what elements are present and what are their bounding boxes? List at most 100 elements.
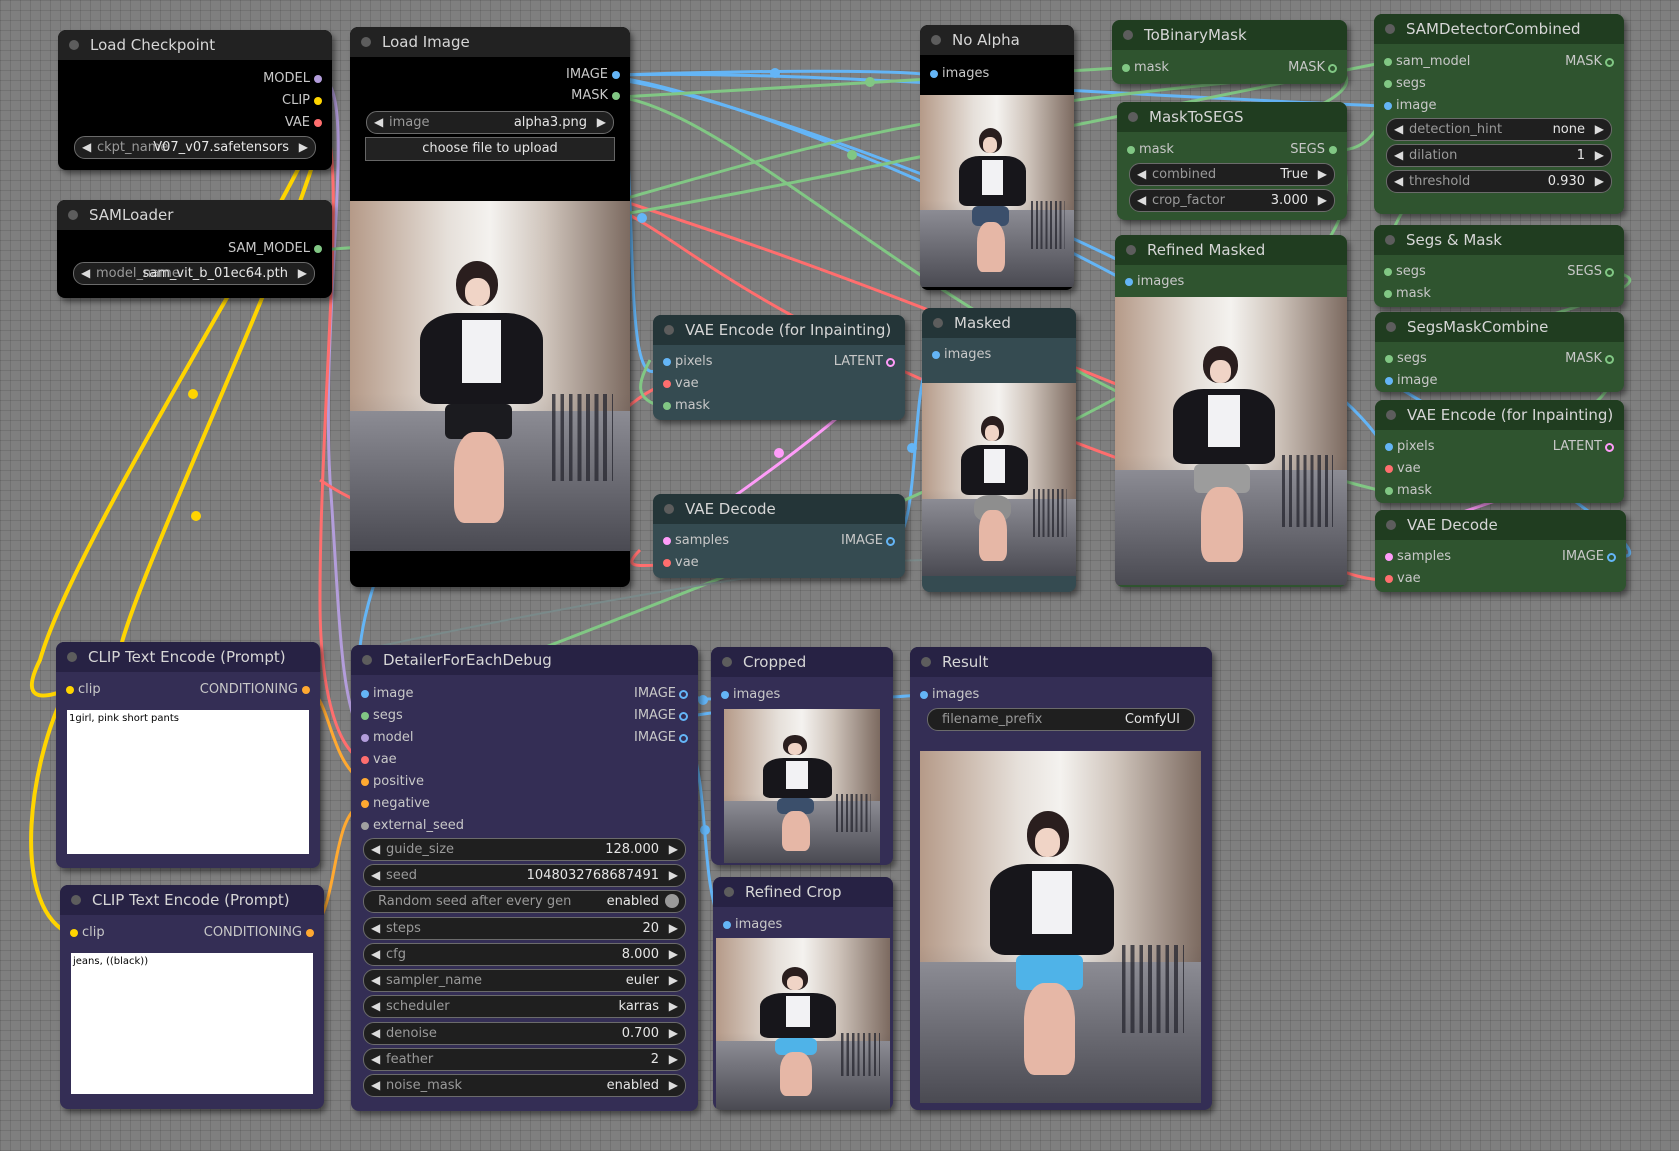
arrow-left-icon[interactable]: ◀ [374, 112, 383, 133]
vae-encode-inpainting-node[interactable]: VAE Encode (for Inpainting) pixels vae m… [1375, 400, 1624, 503]
node-title[interactable]: ToBinaryMask [1112, 20, 1347, 50]
output-mask[interactable]: MASK [1565, 349, 1614, 369]
input-negative[interactable]: negative [361, 794, 430, 814]
input-positive[interactable]: positive [361, 772, 424, 792]
slot-pin-icon[interactable] [66, 686, 74, 694]
arrow-left-icon[interactable]: ◀ [371, 996, 380, 1017]
arrow-left-icon[interactable]: ◀ [371, 918, 380, 939]
collapse-dot-icon[interactable] [921, 657, 931, 667]
arrow-left-icon[interactable]: ◀ [82, 137, 91, 158]
input-vae[interactable]: vae [663, 374, 699, 394]
crop-factor-number[interactable]: ◀ crop_factor 3.000 ▶ [1129, 189, 1335, 212]
slot-pin-icon[interactable] [1384, 102, 1392, 110]
node-title[interactable]: No Alpha [920, 25, 1074, 55]
arrow-left-icon[interactable]: ◀ [1137, 190, 1146, 211]
prompt-textarea[interactable]: 1girl, pink short pants [67, 710, 309, 854]
slot-pin-icon[interactable] [930, 70, 938, 78]
slot-pin-icon[interactable] [920, 691, 928, 699]
input-vae[interactable]: vae [663, 553, 699, 573]
input-pixels[interactable]: pixels [663, 352, 713, 372]
dilation-number[interactable]: ◀ dilation 1 ▶ [1386, 144, 1612, 167]
output-image[interactable]: IMAGE [566, 65, 620, 85]
vae-decode-node[interactable]: VAE Decode samples vae IMAGE [1375, 510, 1626, 592]
collapse-dot-icon[interactable] [933, 318, 943, 328]
slot-pin-icon[interactable] [663, 402, 671, 410]
scheduler-combo[interactable]: ◀ scheduler karras ▶ [363, 995, 686, 1018]
collapse-dot-icon[interactable] [362, 655, 372, 665]
cropped-node[interactable]: Cropped images [711, 647, 893, 865]
guide-size-number[interactable]: ◀ guide_size 128.000 ▶ [363, 838, 686, 861]
output-mask[interactable]: MASK [1565, 52, 1614, 72]
output-sam-model[interactable]: SAM_MODEL [228, 239, 322, 259]
input-mask[interactable]: mask [1127, 140, 1174, 160]
filename-prefix-input[interactable]: filename_prefix ComfyUI [927, 708, 1195, 731]
slot-pin-icon[interactable] [1605, 443, 1614, 452]
input-mask[interactable]: mask [1384, 284, 1431, 304]
node-title[interactable]: MaskToSEGS [1117, 102, 1347, 132]
arrow-left-icon[interactable]: ◀ [371, 944, 380, 965]
output-segs[interactable]: SEGS [1567, 262, 1614, 282]
collapse-dot-icon[interactable] [1386, 410, 1396, 420]
collapse-dot-icon[interactable] [67, 652, 77, 662]
arrow-left-icon[interactable]: ◀ [1394, 171, 1403, 192]
arrow-left-icon[interactable]: ◀ [371, 1023, 380, 1044]
slot-pin-icon[interactable] [663, 537, 671, 545]
slot-pin-icon[interactable] [1384, 80, 1392, 88]
image-combo[interactable]: ◀ image alpha3.png ▶ [366, 111, 614, 134]
ckpt-name-combo[interactable]: ◀ ckpt_name V07_v07.safetensors ▶ [74, 136, 316, 159]
node-title[interactable]: CLIP Text Encode (Prompt) [56, 642, 320, 672]
load-image-node[interactable]: Load Image IMAGE MASK ◀ image alpha3.png ▶ … [350, 27, 630, 587]
collapse-dot-icon[interactable] [69, 40, 79, 50]
node-title[interactable]: Cropped [711, 647, 893, 677]
output-conditioning[interactable]: CONDITIONING [204, 923, 314, 943]
arrow-right-icon[interactable]: ▶ [669, 944, 678, 965]
slot-pin-icon[interactable] [1328, 64, 1337, 73]
slot-pin-icon[interactable] [361, 778, 369, 786]
input-vae[interactable]: vae [1385, 569, 1421, 589]
collapse-dot-icon[interactable] [1128, 112, 1138, 122]
collapse-dot-icon[interactable] [1385, 24, 1395, 34]
node-title[interactable]: Load Checkpoint [58, 30, 332, 60]
input-sam-model[interactable]: sam_model [1384, 52, 1470, 72]
steps-number[interactable]: ◀ steps 20 ▶ [363, 917, 686, 940]
input-mask[interactable]: mask [1122, 58, 1169, 78]
node-title[interactable]: VAE Encode (for Inpainting) [653, 315, 905, 345]
slot-pin-icon[interactable] [1384, 290, 1392, 298]
detailer-for-each-debug-node[interactable]: DetailerForEachDebug image segs model va… [351, 645, 698, 1111]
output-image[interactable]: IMAGE [841, 531, 895, 551]
to-binary-mask-node[interactable]: ToBinaryMask mask MASK [1112, 20, 1347, 84]
node-title[interactable]: VAE Decode [653, 494, 905, 524]
input-segs[interactable]: segs [1384, 262, 1426, 282]
input-samples[interactable]: samples [663, 531, 729, 551]
collapse-dot-icon[interactable] [361, 37, 371, 47]
slot-pin-icon[interactable] [679, 734, 688, 743]
input-image[interactable]: image [361, 684, 414, 704]
random-seed-toggle[interactable]: Random seed after every gen enabled [363, 890, 686, 913]
input-clip[interactable]: clip [70, 923, 105, 943]
node-title[interactable]: Segs & Mask [1374, 225, 1624, 255]
arrow-right-icon[interactable]: ▶ [1318, 164, 1327, 185]
collapse-dot-icon[interactable] [1385, 235, 1395, 245]
output-image[interactable]: IMAGE [1562, 547, 1616, 567]
node-title[interactable]: DetailerForEachDebug [351, 645, 698, 675]
slot-pin-icon[interactable] [1122, 64, 1130, 72]
output-vae[interactable]: VAE [285, 113, 322, 133]
seed-number[interactable]: ◀ seed 1048032768687491 ▶ [363, 864, 686, 887]
denoise-number[interactable]: ◀ denoise 0.700 ▶ [363, 1022, 686, 1045]
arrow-right-icon[interactable]: ▶ [597, 112, 606, 133]
collapse-dot-icon[interactable] [664, 325, 674, 335]
arrow-left-icon[interactable]: ◀ [1394, 119, 1403, 140]
detection-hint-combo[interactable]: ◀ detection_hint none ▶ [1386, 118, 1612, 141]
slot-pin-icon[interactable] [1605, 268, 1614, 277]
vae-encode-inpainting-node[interactable]: VAE Encode (for Inpainting) pixels vae m… [653, 315, 905, 420]
slot-pin-icon[interactable] [721, 691, 729, 699]
slot-pin-icon[interactable] [663, 358, 671, 366]
input-images[interactable]: images [920, 685, 979, 705]
arrow-right-icon[interactable]: ▶ [299, 137, 308, 158]
arrow-right-icon[interactable]: ▶ [669, 1075, 678, 1096]
arrow-left-icon[interactable]: ◀ [371, 865, 380, 886]
input-external-seed[interactable]: external_seed [361, 816, 464, 836]
collapse-dot-icon[interactable] [1123, 30, 1133, 40]
output-image[interactable]: IMAGE [634, 706, 688, 726]
node-title[interactable]: Refined Crop [713, 877, 893, 907]
